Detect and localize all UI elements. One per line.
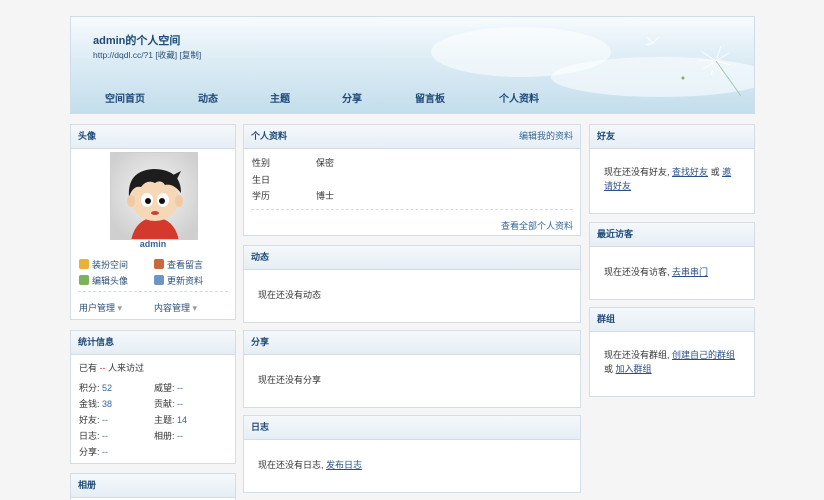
profile-gender-value: 保密 bbox=[316, 158, 335, 168]
divider bbox=[78, 291, 228, 292]
space-header: admin的个人空间 http://dqdl.cc/?1 [收藏] [复制] 空… bbox=[70, 16, 755, 114]
avatar[interactable] bbox=[110, 152, 198, 240]
visit-count: 已有 -- 人来访过 bbox=[79, 363, 145, 373]
profile-gender-label: 性别 bbox=[252, 158, 271, 168]
share-title: 分享 bbox=[244, 331, 580, 355]
space-url[interactable]: http://dqdl.cc/?1 [收藏] [复制] bbox=[93, 49, 201, 61]
stat-blogs: 日志: -- bbox=[79, 431, 109, 441]
profile-education-value: 博士 bbox=[316, 191, 335, 201]
view-all-profile-link[interactable]: 查看全部个人资料 bbox=[501, 219, 573, 232]
stat-threads: 主题: 14 bbox=[154, 415, 188, 425]
divider bbox=[251, 209, 573, 210]
stats-title: 统计信息 bbox=[71, 331, 235, 355]
feed-title: 动态 bbox=[244, 246, 580, 270]
share-box: 分享 现在还没有分享 bbox=[243, 330, 581, 408]
feed-box: 动态 现在还没有动态 bbox=[243, 245, 581, 323]
nav-home[interactable]: 空间首页 bbox=[105, 90, 145, 105]
stat-money: 金钱: 38 bbox=[79, 399, 113, 409]
update-profile-button[interactable]: 更新资料 bbox=[154, 274, 203, 287]
blog-box: 日志 现在还没有日志, 发布日志 bbox=[243, 415, 581, 493]
visit-around-link[interactable]: 去串串门 bbox=[672, 267, 708, 277]
nav-guestbook[interactable]: 留言板 bbox=[415, 90, 445, 105]
album-box: 相册 bbox=[70, 473, 236, 500]
groups-empty: 现在还没有群组, 创建自己的群组 或 加入群组 bbox=[604, 350, 736, 374]
dress-up-button[interactable]: 装扮空间 bbox=[79, 258, 128, 271]
chevron-down-icon: ▾ bbox=[192, 303, 198, 313]
share-empty: 现在还没有分享 bbox=[258, 375, 322, 385]
groups-box: 群组 现在还没有群组, 创建自己的群组 或 加入群组 bbox=[589, 307, 755, 397]
visitors-box: 最近访客 现在还没有访客, 去串串门 bbox=[589, 222, 755, 300]
publish-blog-link[interactable]: 发布日志 bbox=[326, 460, 362, 470]
friends-box: 好友 现在还没有好友, 查找好友 或 邀请好友 bbox=[589, 124, 755, 214]
chevron-down-icon: ▾ bbox=[117, 303, 123, 313]
avatar-box: 头像 admin 装扮空间 查看留言 编辑头像 更新资料 用户管理 ▾ 内容管理… bbox=[70, 124, 236, 320]
friends-empty: 现在还没有好友, 查找好友 或 邀请好友 bbox=[604, 167, 732, 191]
nav-share[interactable]: 分享 bbox=[342, 90, 362, 105]
user-manage-menu[interactable]: 用户管理 ▾ bbox=[79, 301, 122, 314]
stat-credits: 积分: 52 bbox=[79, 383, 113, 393]
profile-title: 个人资料 编辑我的资料 bbox=[244, 125, 580, 149]
create-group-link[interactable]: 创建自己的群组 bbox=[672, 350, 735, 360]
feed-empty: 现在还没有动态 bbox=[258, 290, 322, 300]
nav-threads[interactable]: 主题 bbox=[270, 90, 290, 105]
album-title: 相册 bbox=[71, 474, 235, 498]
profile-education-label: 学历 bbox=[252, 191, 271, 201]
blog-title: 日志 bbox=[244, 416, 580, 440]
stat-albums: 相册: -- bbox=[154, 431, 184, 441]
find-friends-link[interactable]: 查找好友 bbox=[672, 167, 708, 177]
stat-contribution: 贡献: -- bbox=[154, 399, 184, 409]
join-group-link[interactable]: 加入群组 bbox=[616, 364, 652, 374]
friends-title: 好友 bbox=[590, 125, 754, 149]
space-title: admin的个人空间 bbox=[93, 35, 181, 47]
dandelion-icon bbox=[645, 36, 741, 97]
avatar-box-title: 头像 bbox=[71, 125, 235, 149]
visitors-empty: 现在还没有访客, 去串串门 bbox=[604, 267, 709, 277]
image-icon bbox=[79, 275, 89, 285]
content-manage-menu[interactable]: 内容管理 ▾ bbox=[154, 301, 197, 314]
stat-friends: 好友: -- bbox=[79, 415, 109, 425]
view-messages-button[interactable]: 查看留言 bbox=[154, 258, 203, 271]
stats-box: 统计信息 已有 -- 人来访过 积分: 52 威望: -- 金钱: 38 贡献:… bbox=[70, 330, 236, 464]
edit-avatar-button[interactable]: 编辑头像 bbox=[79, 274, 128, 287]
profile-birthday-label: 生日 bbox=[252, 175, 271, 185]
username[interactable]: admin bbox=[71, 239, 235, 249]
groups-title: 群组 bbox=[590, 308, 754, 332]
nav-profile[interactable]: 个人资料 bbox=[499, 90, 539, 105]
profile-box: 个人资料 编辑我的资料 性别 保密 生日 学历 博士 查看全部个人资料 bbox=[243, 124, 581, 236]
dress-up-icon bbox=[79, 259, 89, 269]
nav-feed[interactable]: 动态 bbox=[198, 90, 218, 105]
blog-empty: 现在还没有日志, 发布日志 bbox=[258, 460, 363, 470]
profile-card-icon bbox=[154, 275, 164, 285]
pencil-icon bbox=[154, 259, 164, 269]
stat-prestige: 威望: -- bbox=[154, 383, 184, 393]
edit-profile-link[interactable]: 编辑我的资料 bbox=[519, 125, 573, 148]
visitors-title: 最近访客 bbox=[590, 223, 754, 247]
stat-shares: 分享: -- bbox=[79, 447, 109, 457]
